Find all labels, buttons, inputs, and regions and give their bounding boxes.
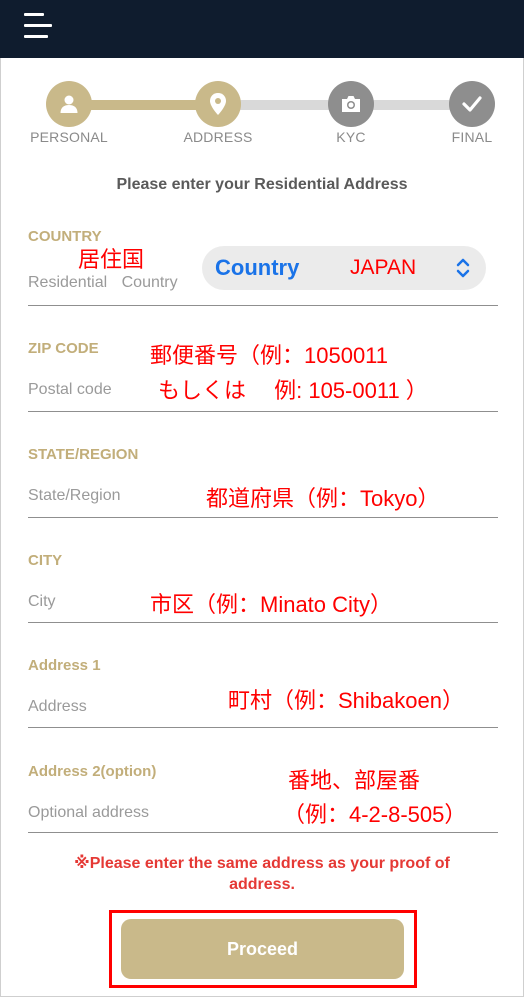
- zip-annotation-line1: 郵便番号（例：1050011: [150, 343, 389, 368]
- address1-underline: [28, 727, 498, 728]
- country-annotation: 居住国: [78, 247, 145, 272]
- step-label-final: FINAL: [451, 129, 493, 145]
- state-input[interactable]: State/Region: [28, 487, 121, 505]
- country-field: COUNTRY 居住国 Residential Country Country …: [28, 226, 498, 308]
- address2-input[interactable]: Optional address: [28, 804, 149, 822]
- address2-underline: [28, 832, 498, 833]
- address2-annotation-line1: 番地、部屋番: [288, 768, 421, 793]
- country-placeholder: Residential Country: [28, 274, 178, 292]
- country-placeholder-part1: Residential: [28, 274, 108, 291]
- form-heading: Please enter your Residential Address: [116, 176, 408, 193]
- top-bar: [0, 0, 524, 58]
- city-input[interactable]: City: [28, 593, 56, 611]
- step-label-kyc: KYC: [336, 129, 366, 145]
- step-address[interactable]: [195, 81, 241, 127]
- zip-annotation-line2: もしくは 例: 105-0011 ）: [158, 378, 428, 403]
- step-label-address: ADDRESS: [183, 129, 253, 145]
- zip-label: ZIP CODE: [28, 340, 99, 357]
- address1-field[interactable]: Address 1 Address 町村（例：Shibakoen）: [28, 655, 498, 731]
- select-chevron-icon: [456, 258, 470, 278]
- step-label-personal: PERSONAL: [30, 129, 108, 145]
- notice-line1: ※Please enter the same address as your p…: [74, 855, 450, 872]
- state-field[interactable]: STATE/REGION State/Region 都道府県（例：Tokyo）: [28, 444, 498, 520]
- step-personal[interactable]: [46, 81, 92, 127]
- address1-annotation: 町村（例：Shibakoen）: [228, 688, 464, 713]
- zip-field[interactable]: ZIP CODE Postal code 郵便番号（例：1050011 もしくは…: [28, 338, 498, 414]
- city-label: CITY: [28, 552, 63, 569]
- proceed-button[interactable]: Proceed: [121, 919, 404, 979]
- address1-label: Address 1: [28, 657, 101, 674]
- person-icon: [60, 95, 78, 113]
- country-underline: [28, 305, 498, 306]
- location-pin-icon: [210, 93, 226, 115]
- address-proof-notice: ※Please enter the same address as your p…: [20, 853, 504, 895]
- address1-input[interactable]: Address: [28, 698, 87, 716]
- address2-field[interactable]: Address 2(option) Optional address 番地、部屋…: [28, 761, 498, 837]
- camera-icon: [342, 96, 360, 112]
- state-underline: [28, 517, 498, 518]
- city-annotation: 市区（例：Minato City）: [150, 592, 393, 617]
- checkmark-icon: [462, 96, 482, 112]
- city-field[interactable]: CITY City 市区（例：Minato City）: [28, 550, 498, 626]
- notice-line2: address.: [229, 876, 295, 893]
- state-annotation: 都道府県（例：Tokyo）: [206, 486, 440, 511]
- zip-underline: [28, 411, 498, 412]
- country-select[interactable]: Country JAPAN: [202, 246, 486, 290]
- address2-label: Address 2(option): [28, 763, 157, 780]
- step-final[interactable]: [449, 81, 495, 127]
- country-select-placeholder: Country: [215, 255, 300, 280]
- country-select-value: JAPAN: [350, 256, 417, 279]
- step-kyc[interactable]: [328, 81, 374, 127]
- state-label: STATE/REGION: [28, 446, 139, 463]
- zip-input[interactable]: Postal code: [28, 381, 112, 399]
- progress-stepper: PERSONAL ADDRESS KYC FINAL: [0, 76, 524, 146]
- hamburger-menu-icon[interactable]: [24, 13, 52, 39]
- city-underline: [28, 622, 498, 623]
- country-placeholder-part2: Country: [121, 274, 178, 291]
- address2-annotation-line2: （例：4-2-8-505）: [283, 802, 467, 827]
